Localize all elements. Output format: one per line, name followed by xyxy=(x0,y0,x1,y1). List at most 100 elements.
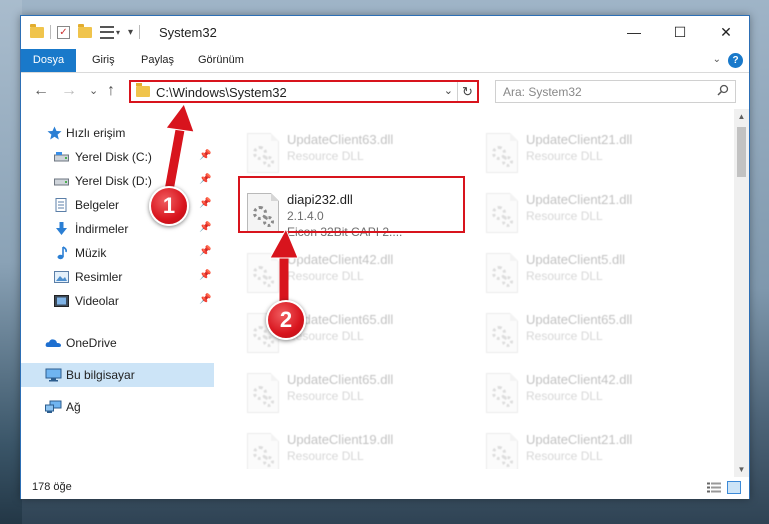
scroll-up-button[interactable]: ▲ xyxy=(734,109,749,124)
folder-icon[interactable] xyxy=(30,23,44,38)
file-description: Resource DLL xyxy=(526,149,603,163)
customize-toolbar-icon[interactable]: ▾ xyxy=(128,27,133,38)
file-description: Resource DLL xyxy=(287,449,364,463)
sidebar-item-downloads[interactable]: İndirmeler 📌 xyxy=(21,217,214,241)
pin-icon[interactable]: 📌 xyxy=(199,150,211,161)
file-tile[interactable]: UpdateClient65.dll Resource DLL xyxy=(478,309,708,367)
file-tile[interactable]: UpdateClient5.dll Resource DLL xyxy=(478,249,708,307)
help-icon[interactable]: ? xyxy=(728,53,743,68)
scroll-down-button[interactable]: ▼ xyxy=(734,462,749,477)
sidebar-item-label: OneDrive xyxy=(66,336,117,350)
pin-icon[interactable]: 📌 xyxy=(199,174,211,185)
back-button[interactable]: ← xyxy=(33,82,49,100)
file-name: UpdateClient21.dll xyxy=(526,432,633,447)
tab-file[interactable]: Dosya xyxy=(21,49,76,72)
file-description: Resource DLL xyxy=(526,209,603,223)
file-name: UpdateClient5.dll xyxy=(526,252,626,267)
file-tile[interactable]: UpdateClient42.dll Resource DLL xyxy=(478,369,708,427)
details-view-icon[interactable] xyxy=(707,482,721,494)
pin-icon[interactable]: 📌 xyxy=(199,198,211,209)
pin-icon[interactable]: 📌 xyxy=(199,294,211,305)
dll-file-icon xyxy=(486,313,518,353)
dll-file-icon xyxy=(247,433,279,469)
new-folder-icon[interactable] xyxy=(78,23,92,38)
file-name: UpdateClient65.dll xyxy=(526,312,633,327)
navigation-pane: Hızlı erişim Yerel Disk (C:) 📌 Yerel Dis… xyxy=(21,109,214,461)
computer-icon xyxy=(45,368,62,382)
navigation-bar: ← → ⌄ ↑ C:\Windows\System32 ⌄ ↻ Ara: Sys… xyxy=(21,73,749,109)
sidebar-item-this-pc[interactable]: Bu bilgisayar xyxy=(21,363,214,387)
forward-button[interactable]: → xyxy=(61,82,77,100)
sidebar-item-drive-d[interactable]: Yerel Disk (D:) 📌 xyxy=(21,169,214,193)
file-tile[interactable]: UpdateClient65.dll Resource DLL xyxy=(239,369,469,427)
minimize-button[interactable]: — xyxy=(611,16,657,48)
recent-locations-button[interactable]: ⌄ xyxy=(89,84,98,97)
cloud-icon xyxy=(45,339,61,347)
sidebar-item-music[interactable]: Müzik 📌 xyxy=(21,241,214,265)
drive-icon xyxy=(54,178,69,186)
close-button[interactable]: ✕ xyxy=(703,16,749,48)
file-name: UpdateClient63.dll xyxy=(287,132,394,147)
file-description: Resource DLL xyxy=(287,149,364,163)
address-dropdown-icon[interactable]: ⌄ xyxy=(444,84,453,97)
up-button[interactable]: ↑ xyxy=(107,82,115,100)
toolbar-dropdown-icon[interactable]: ▾ xyxy=(116,28,120,37)
toolbar-divider xyxy=(139,25,141,39)
file-tile[interactable]: UpdateClient21.dll Resource DLL xyxy=(478,189,708,247)
vertical-scrollbar[interactable]: ▲ ▼ xyxy=(734,109,749,477)
pictures-icon xyxy=(54,271,69,283)
sidebar-item-onedrive[interactable]: OneDrive xyxy=(21,331,214,355)
file-tile[interactable]: UpdateClient42.dll Resource DLL xyxy=(239,249,469,307)
maximize-button[interactable]: ☐ xyxy=(657,16,703,48)
file-description: Resource DLL xyxy=(526,389,603,403)
file-description: Resource DLL xyxy=(287,269,364,283)
tab-home[interactable]: Giriş xyxy=(82,49,125,72)
sidebar-item-label: Bu bilgisayar xyxy=(66,368,135,382)
file-list: UpdateClient63.dll Resource DLL UpdateCl… xyxy=(214,109,734,469)
customize-list-icon[interactable] xyxy=(100,25,114,39)
search-input[interactable]: Ara: System32 xyxy=(503,85,582,99)
tab-share[interactable]: Paylaş xyxy=(131,49,184,72)
file-description: Resource DLL xyxy=(526,269,603,283)
address-bar[interactable]: C:\Windows\System32 ⌄ ↻ xyxy=(129,80,479,103)
address-path[interactable]: C:\Windows\System32 xyxy=(156,85,287,100)
expand-ribbon-icon[interactable]: ⌄ xyxy=(713,54,721,65)
dll-file-icon xyxy=(247,253,279,293)
pin-icon[interactable]: 📌 xyxy=(199,222,211,233)
file-description: Resource DLL xyxy=(526,329,603,343)
quick-access-toolbar: ✓ ▾ ▾ xyxy=(30,23,146,40)
pin-icon[interactable]: 📌 xyxy=(199,246,211,257)
pin-icon[interactable]: 📌 xyxy=(199,270,211,281)
sidebar-item-videos[interactable]: Videolar 📌 xyxy=(21,289,214,313)
properties-check-icon[interactable]: ✓ xyxy=(57,25,70,39)
file-tile[interactable]: UpdateClient21.dll Resource DLL xyxy=(478,129,708,187)
sidebar-item-drive-c[interactable]: Yerel Disk (C:) 📌 xyxy=(21,145,214,169)
dll-file-icon xyxy=(247,373,279,413)
file-tile[interactable]: UpdateClient21.dll Resource DLL xyxy=(478,429,708,469)
file-name: UpdateClient19.dll xyxy=(287,432,394,447)
file-name: UpdateClient65.dll xyxy=(287,372,394,387)
file-tile[interactable]: UpdateClient19.dll Resource DLL xyxy=(239,429,469,469)
tiles-view-icon[interactable] xyxy=(727,481,741,494)
search-box[interactable]: Ara: System32 xyxy=(495,80,736,103)
documents-icon xyxy=(55,198,67,212)
sidebar-item-label: Resimler xyxy=(75,270,123,284)
sidebar-item-quick-access[interactable]: Hızlı erişim xyxy=(21,121,214,145)
scroll-thumb[interactable] xyxy=(737,127,746,177)
folder-icon xyxy=(136,83,150,97)
sidebar-item-label: Müzik xyxy=(75,246,107,260)
ribbon-tabs: Dosya Giriş Paylaş Görünüm ⌄ ? xyxy=(21,49,749,73)
sidebar-item-network[interactable]: Ağ xyxy=(21,395,214,419)
dll-file-icon xyxy=(486,133,518,173)
sidebar-item-label: Belgeler xyxy=(75,198,120,212)
status-bar: 178 öğe xyxy=(21,477,749,499)
window-title: System32 xyxy=(159,25,217,40)
network-icon xyxy=(45,400,62,413)
sidebar-item-label: İndirmeler xyxy=(75,222,129,236)
search-icon[interactable] xyxy=(717,84,729,96)
sidebar-item-pictures[interactable]: Resimler 📌 xyxy=(21,265,214,289)
file-name: UpdateClient21.dll xyxy=(526,192,633,207)
tab-view[interactable]: Görünüm xyxy=(188,49,254,72)
refresh-button[interactable]: ↻ xyxy=(457,82,477,101)
title-bar: ✓ ▾ ▾ System32 — ☐ ✕ xyxy=(21,16,749,49)
